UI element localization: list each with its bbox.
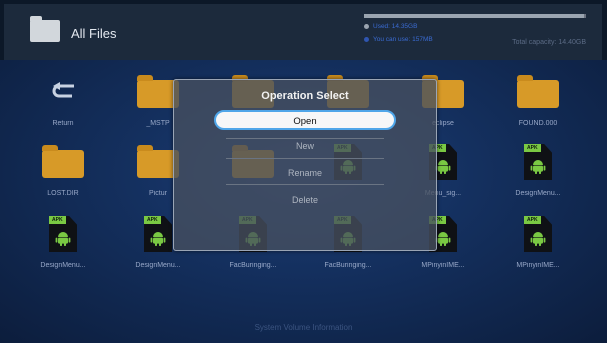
apk-badge: APK [524, 216, 541, 224]
rename-option[interactable]: Rename [214, 164, 396, 182]
apk-badge: APK [144, 216, 161, 224]
delete-option[interactable]: Delete [214, 191, 396, 209]
app-title: All Files [71, 26, 117, 41]
file-item[interactable]: Return [23, 70, 103, 136]
storage-used-legend: Used: 14.35GB [364, 23, 417, 30]
android-icon [530, 232, 546, 246]
return-icon [42, 74, 84, 110]
storage-bar [364, 14, 586, 18]
file-name: DesignMenu... [135, 262, 181, 269]
file-name: MPinyinIME... [516, 262, 560, 269]
folder-shape [42, 145, 84, 178]
partial-item-label: System Volume Information [254, 323, 353, 332]
file-name: MPinyinIME... [421, 262, 465, 269]
android-icon [55, 232, 71, 246]
folder-icon [30, 16, 60, 42]
file-name: DesignMenu... [40, 262, 86, 269]
new-option[interactable]: New [214, 137, 396, 155]
storage-used-fill [364, 14, 584, 18]
file-item[interactable]: APK DesignMenu... [498, 140, 578, 206]
file-name: DesignMenu... [515, 190, 561, 197]
android-icon [150, 232, 166, 246]
apk-icon: APK [42, 216, 84, 252]
folder-icon [517, 74, 559, 110]
total-capacity: Total capacity: 14.40GB [512, 39, 586, 46]
android-icon [435, 232, 451, 246]
android-icon [530, 160, 546, 174]
file-item[interactable]: APK DesignMenu... [23, 212, 103, 278]
storage-indicator: Used: 14.35GB You can use: 157MB Total c… [364, 14, 586, 54]
android-icon [435, 160, 451, 174]
folder-shape [517, 75, 559, 108]
free-dot-icon [364, 37, 369, 42]
apk-badge: APK [524, 144, 541, 152]
dialog-title: Operation Select [261, 90, 349, 102]
file-item[interactable]: FOUND.000 [498, 70, 578, 136]
open-option[interactable]: Open [214, 110, 396, 130]
file-name: FacBuringing... [324, 262, 372, 269]
apk-icon: APK [517, 216, 559, 252]
file-name: LOST.DIR [47, 190, 79, 197]
return-arrow-icon [52, 82, 74, 98]
file-item[interactable]: LOST.DIR [23, 140, 103, 206]
file-name: FacBuringing... [229, 262, 277, 269]
file-manager-screen: All Files Used: 14.35GB You can use: 157… [0, 0, 607, 343]
storage-can-use-text: You can use: 157MB [373, 36, 433, 43]
used-dot-icon [364, 24, 369, 29]
storage-free-legend: You can use: 157MB [364, 36, 433, 43]
folder-icon [42, 144, 84, 180]
file-name: Return [52, 120, 74, 127]
divider [226, 184, 384, 185]
file-name: FOUND.000 [518, 120, 558, 127]
top-bar: All Files Used: 14.35GB You can use: 157… [4, 4, 602, 60]
divider [226, 158, 384, 159]
storage-used-text: Used: 14.35GB [373, 23, 418, 30]
apk-icon: APK [517, 144, 559, 180]
apk-badge: APK [49, 216, 66, 224]
file-item[interactable]: APK MPinyinIME... [498, 212, 578, 278]
operation-select-dialog: Operation Select Open New Rename Delete [173, 79, 437, 251]
